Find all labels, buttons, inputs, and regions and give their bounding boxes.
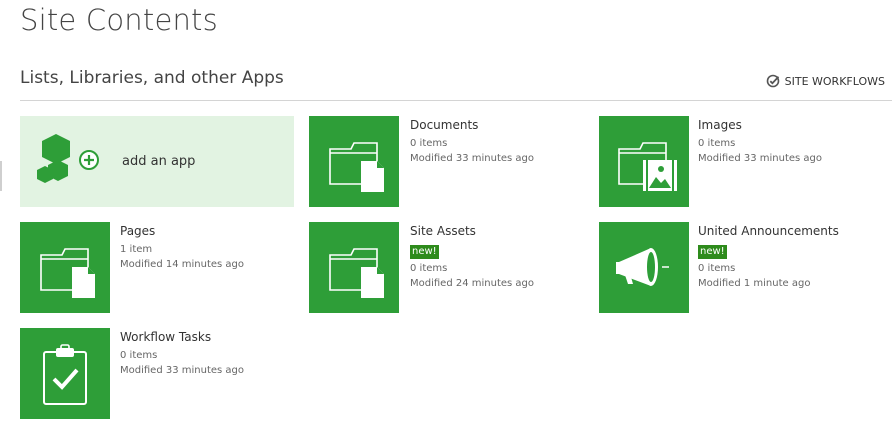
- document-library-icon: [329, 248, 384, 298]
- item-count: 1 item: [120, 244, 153, 255]
- add-app-label: add an app: [122, 154, 196, 169]
- add-an-app-tile[interactable]: add an app: [20, 116, 294, 207]
- site-contents-page: Site Contents Lists, Libraries, and othe…: [0, 0, 892, 442]
- pages-tile[interactable]: [20, 222, 110, 313]
- app-name-site-assets[interactable]: Site Assets: [410, 224, 600, 239]
- section-divider: [20, 100, 892, 101]
- workflow-tasks-info: Workflow Tasks 0 items Modified 33 minut…: [120, 330, 310, 378]
- task-list-icon: [43, 344, 87, 405]
- new-badge: new!: [698, 245, 727, 259]
- app-name-documents[interactable]: Documents: [410, 118, 600, 133]
- app-name-pages[interactable]: Pages: [120, 224, 310, 239]
- site-workflows-label: SITE WORKFLOWS: [784, 74, 885, 88]
- modified-time: Modified 24 minutes ago: [410, 278, 535, 289]
- documents-tile[interactable]: [309, 116, 399, 207]
- app-name-united-announcements[interactable]: United Announcements: [698, 224, 888, 239]
- united-announcements-tile[interactable]: [599, 222, 689, 313]
- united-announcements-info: United Announcements new! 0 items Modifi…: [698, 224, 888, 291]
- app-name-workflow-tasks[interactable]: Workflow Tasks: [120, 330, 310, 345]
- new-badge: new!: [410, 245, 439, 259]
- item-count: 0 items: [410, 263, 448, 274]
- add-app-icon: [36, 132, 124, 192]
- item-count: 0 items: [410, 138, 448, 149]
- images-tile[interactable]: [599, 116, 689, 207]
- images-info: Images 0 items Modified 33 minutes ago: [698, 118, 888, 166]
- item-count: 0 items: [698, 263, 736, 274]
- workflow-check-icon: [766, 74, 780, 88]
- app-name-images[interactable]: Images: [698, 118, 888, 133]
- modified-time: Modified 14 minutes ago: [120, 259, 245, 270]
- pages-library-icon: [40, 248, 95, 298]
- site-workflows-link[interactable]: SITE WORKFLOWS: [766, 74, 885, 88]
- megaphone-icon: [616, 248, 669, 286]
- picture-library-icon: [618, 142, 677, 191]
- modified-time: Modified 33 minutes ago: [120, 365, 245, 376]
- item-count: 0 items: [698, 138, 736, 149]
- document-library-icon: [329, 142, 384, 192]
- workflow-tasks-tile[interactable]: [20, 328, 110, 419]
- modified-time: Modified 1 minute ago: [698, 278, 811, 289]
- left-edge-marker: [0, 161, 2, 191]
- site-assets-info: Site Assets new! 0 items Modified 24 min…: [410, 224, 600, 291]
- item-count: 0 items: [120, 350, 158, 361]
- modified-time: Modified 33 minutes ago: [698, 153, 823, 164]
- documents-info: Documents 0 items Modified 33 minutes ag…: [410, 118, 600, 166]
- section-title: Lists, Libraries, and other Apps: [20, 68, 284, 88]
- page-title: Site Contents: [20, 3, 218, 37]
- modified-time: Modified 33 minutes ago: [410, 153, 535, 164]
- pages-info: Pages 1 item Modified 14 minutes ago: [120, 224, 310, 272]
- site-assets-tile[interactable]: [309, 222, 399, 313]
